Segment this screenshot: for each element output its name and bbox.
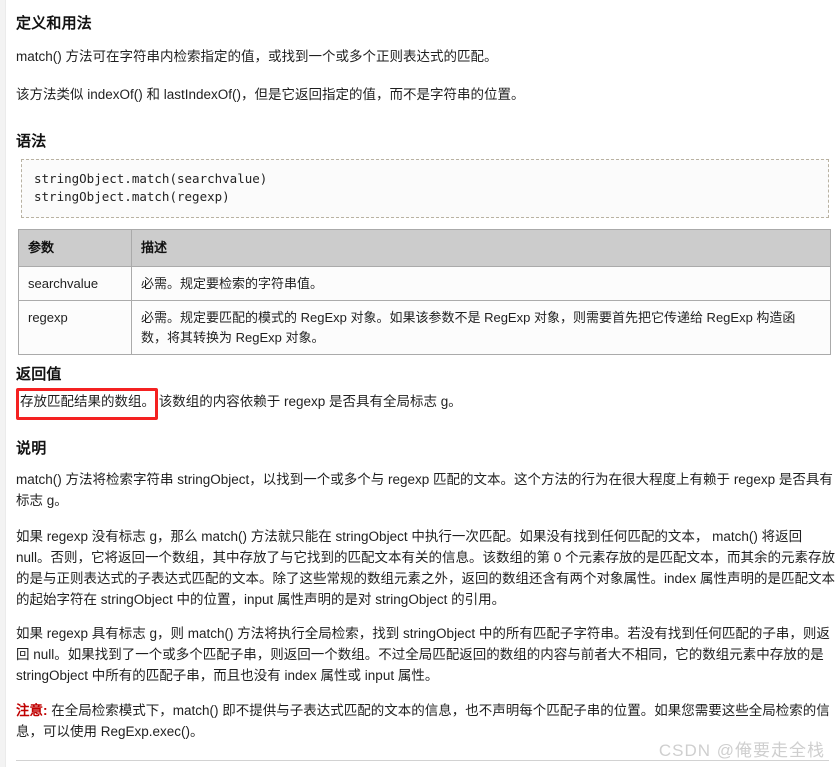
- documentation-page: 定义和用法 match() 方法可在字符串内检索指定的值，或找到一个或多个正则表…: [0, 0, 837, 767]
- note-text: 在全局检索模式下，match() 即不提供与子表达式匹配的文本的信息，也不声明每…: [16, 703, 830, 739]
- table-cell-desc: 必需。规定要匹配的模式的 RegExp 对象。如果该参数不是 RegExp 对象…: [131, 300, 831, 355]
- description-paragraph-3: 如果 regexp 具有标志 g，则 match() 方法将执行全局检索，找到 …: [16, 626, 830, 683]
- table-row: regexp 必需。规定要匹配的模式的 RegExp 对象。如果该参数不是 Re…: [18, 300, 831, 355]
- returns-rest-text: 该数组的内容依赖于 regexp 是否具有全局标志 g。: [155, 394, 462, 409]
- left-gutter: [0, 0, 6, 767]
- table-header-desc: 描述: [131, 229, 831, 267]
- syntax-code-block: stringObject.match(searchvalue) stringOb…: [21, 159, 829, 218]
- table-row: searchvalue 必需。规定要检索的字符串值。: [18, 265, 831, 301]
- heading-description: 说明: [16, 440, 47, 457]
- csdn-watermark: CSDN @俺要走全栈: [658, 741, 825, 760]
- table-cell-desc: 必需。规定要检索的字符串值。: [131, 265, 831, 301]
- heading-syntax: 语法: [16, 133, 47, 150]
- syntax-code-text: stringObject.match(searchvalue) stringOb…: [34, 171, 268, 205]
- description-paragraph-1: match() 方法将检索字符串 stringObject，以找到一个或多个与 …: [16, 472, 833, 508]
- note-label: 注意:: [16, 703, 48, 718]
- table-cell-param: searchvalue: [18, 265, 132, 301]
- table-cell-param: regexp: [18, 300, 132, 355]
- returns-highlighted-text: 存放匹配结果的数组。: [20, 394, 155, 409]
- heading-definition: 定义和用法: [16, 15, 93, 32]
- definition-paragraph-2: 该方法类似 indexOf() 和 lastIndexOf()，但是它返回指定的…: [16, 87, 525, 102]
- bottom-divider: [16, 760, 829, 761]
- parameters-table: 参数 描述 searchvalue 必需。规定要检索的字符串值。 regexp …: [18, 229, 831, 355]
- table-header-param: 参数: [18, 229, 132, 267]
- heading-returns: 返回值: [16, 366, 62, 383]
- definition-paragraph-1: match() 方法可在字符串内检索指定的值，或找到一个或多个正则表达式的匹配。: [16, 49, 498, 64]
- description-paragraph-2: 如果 regexp 没有标志 g，那么 match() 方法就只能在 strin…: [16, 529, 836, 607]
- table-header-row: 参数 描述: [18, 229, 831, 267]
- returns-description: 存放匹配结果的数组。 该数组的内容依赖于 regexp 是否具有全局标志 g。: [20, 392, 820, 413]
